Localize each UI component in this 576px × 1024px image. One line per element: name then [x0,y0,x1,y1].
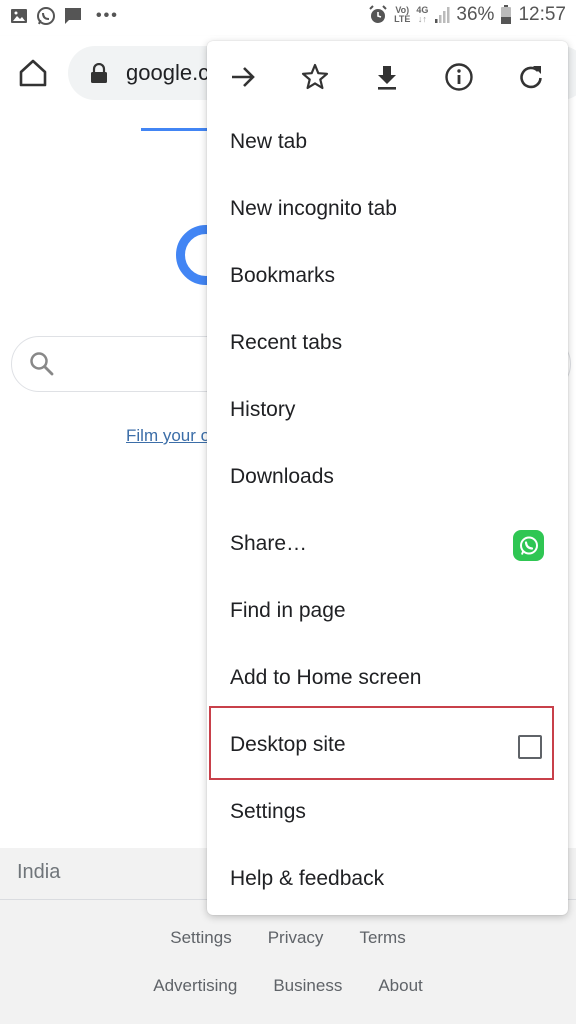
battery-percent: 36% [456,4,495,25]
info-icon [445,63,473,91]
home-icon [19,59,47,87]
whatsapp-share-button[interactable] [513,530,544,561]
notification-icons: ••• [10,6,119,26]
refresh-button[interactable] [515,61,547,93]
menu-item-history[interactable]: History [207,378,568,445]
menu-item-bookmarks[interactable]: Bookmarks [207,244,568,311]
more-notifications: ••• [96,7,119,24]
system-icons: Vo) LTE 4G ↓↑ 36% 12:57 [368,4,566,26]
bookmark-button[interactable] [299,61,331,93]
footer-link-advertising[interactable]: Advertising [153,976,237,996]
clock: 12:57 [518,4,566,25]
search-icon [30,352,54,376]
refresh-icon [520,66,542,89]
menu-icon-row [207,41,568,111]
signal-icon [435,7,450,23]
network-indicator: 4G ↓↑ [416,5,429,24]
menu-item-recent-tabs[interactable]: Recent tabs [207,311,568,378]
menu-item-downloads[interactable]: Downloads [207,445,568,512]
lock-icon [91,63,107,83]
footer-links-row: Settings Privacy Terms [0,928,576,948]
menu-item-share[interactable]: Share… [207,512,568,579]
whatsapp-icon [37,7,55,25]
whatsapp-icon [519,536,538,555]
footer-link-terms[interactable]: Terms [359,928,405,948]
menu-item-add-to-home-screen[interactable]: Add to Home screen [207,646,568,713]
overflow-menu: New tab New incognito tab Bookmarks Rece… [207,41,568,915]
menu-item-find-in-page[interactable]: Find in page [207,579,568,646]
menu-item-new-tab[interactable]: New tab [207,110,568,177]
battery-icon [501,5,512,24]
bookmark-star-icon [301,63,329,90]
footer-links-row: Advertising Business About [0,976,576,996]
menu-item-new-incognito-tab[interactable]: New incognito tab [207,177,568,244]
footer-link-settings[interactable]: Settings [170,928,231,948]
highlight-box [209,706,554,780]
status-bar: ••• Vo) LTE 4G ↓↑ 36% 12:57 [0,0,576,36]
menu-item-settings[interactable]: Settings [207,780,568,847]
forward-button[interactable] [227,61,259,93]
forward-icon [232,67,255,87]
download-icon [378,66,396,90]
active-tab-indicator [141,128,211,131]
message-icon [65,8,81,24]
footer-link-business[interactable]: Business [273,976,342,996]
page-info-button[interactable] [443,61,475,93]
menu-item-help-feedback[interactable]: Help & feedback [207,847,568,914]
download-button[interactable] [371,61,403,93]
gallery-icon [11,9,27,23]
home-button[interactable] [16,56,50,90]
volte-indicator: Vo) LTE [394,5,411,24]
country-label: India [17,861,61,883]
footer-link-privacy[interactable]: Privacy [268,928,324,948]
alarm-icon [369,5,387,23]
footer-link-about[interactable]: About [378,976,422,996]
